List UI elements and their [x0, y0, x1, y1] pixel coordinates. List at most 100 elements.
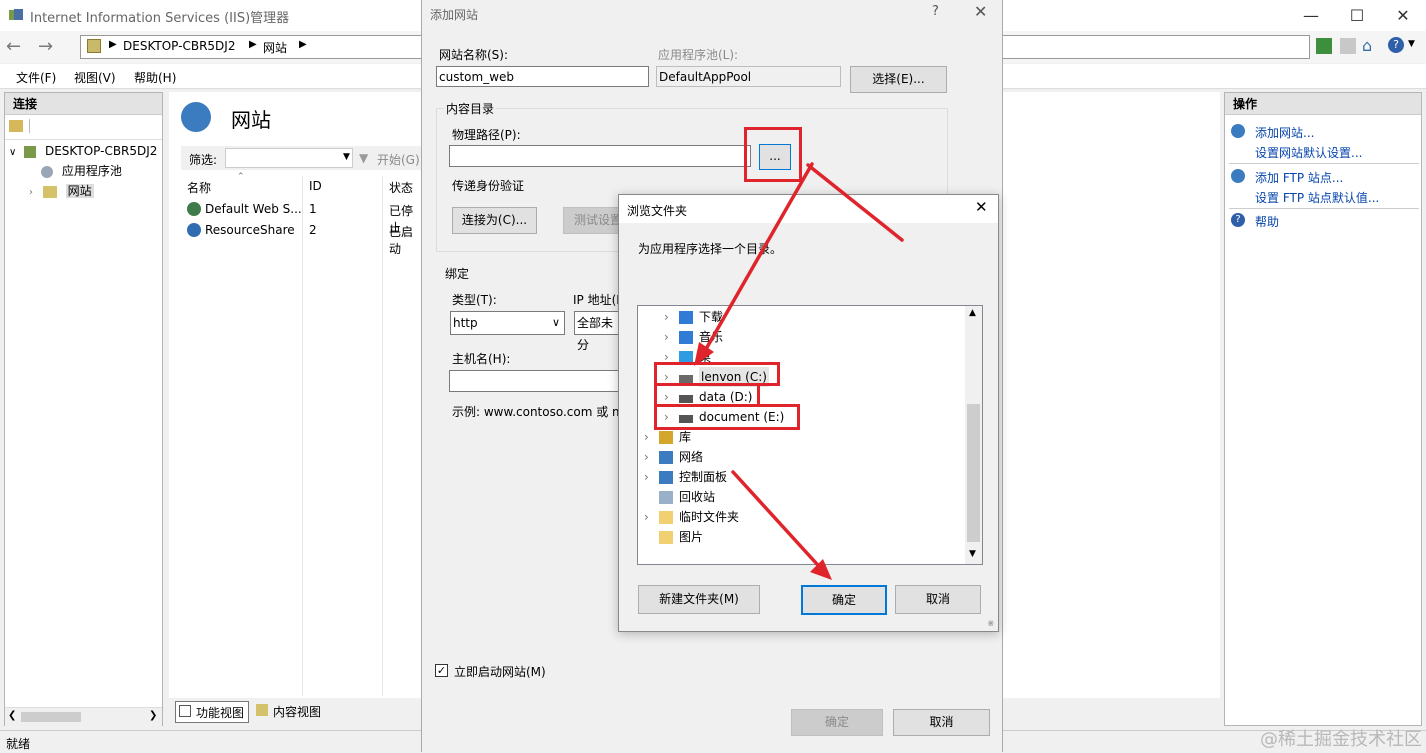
section-divider	[1229, 208, 1419, 209]
stop-icon[interactable]	[1340, 38, 1356, 54]
column-header-id[interactable]: ID	[309, 179, 322, 193]
filter-funnel-icon: ▼	[359, 151, 369, 165]
dialog-close-button[interactable]: ✕	[974, 2, 987, 21]
chevron-right-icon[interactable]: ›	[644, 447, 649, 467]
connections-pane: 连接 ∨ DESKTOP-CBR5DJ2 应用程序池 › 网站 ❮ ❯	[4, 92, 163, 726]
start-filter-button[interactable]: 开始(G)	[377, 151, 420, 168]
sites-folder-icon	[42, 185, 57, 198]
connections-title: 连接	[5, 93, 162, 115]
refresh-icon[interactable]	[1316, 38, 1332, 54]
scroll-right-icon[interactable]: ❯	[149, 710, 157, 721]
chevron-right-icon[interactable]: ›	[644, 507, 649, 527]
chevron-right-icon[interactable]: ›	[644, 427, 649, 447]
folder-tree-label: 控制面板	[679, 470, 728, 484]
address-part[interactable]: 网站	[263, 39, 287, 56]
scroll-down-icon[interactable]: ▼	[969, 549, 976, 559]
select-app-pool-button[interactable]: 选择(E)...	[850, 66, 947, 93]
filter-input[interactable]	[225, 148, 353, 168]
folder-tree-label: 网络	[679, 450, 704, 464]
site-name-input[interactable]: custom_web	[436, 66, 649, 87]
dialog-ok-button: 确定	[791, 709, 883, 736]
actions-pane: 操作 添加网站... 设置网站默认设置... 添加 FTP 站点... 设置 F…	[1224, 92, 1422, 726]
folder-icon	[659, 531, 673, 544]
folder-tree-label: 回收站	[679, 490, 716, 504]
toolbar-separator	[29, 119, 30, 133]
table-row[interactable]: ResourceShare 2 已启动	[183, 221, 423, 256]
ip-select[interactable]: 全部未分	[574, 311, 620, 352]
new-folder-button[interactable]: 新建文件夹(M)	[638, 585, 760, 614]
hostname-label: 主机名(H):	[452, 352, 511, 366]
add-ftp-link[interactable]: 添加 FTP 站点...	[1255, 169, 1343, 186]
help-dropdown-icon[interactable]: ▼	[1408, 39, 1415, 49]
help-icon[interactable]: ?	[1388, 37, 1404, 53]
globe-icon	[187, 202, 201, 216]
add-ftp-icon	[1231, 169, 1245, 183]
binding-label: 绑定	[445, 267, 470, 281]
help-link[interactable]: 帮助	[1255, 213, 1279, 230]
dialog-help-button[interactable]: ?	[932, 4, 939, 19]
download-icon	[679, 311, 693, 324]
chevron-right-icon[interactable]: ›	[664, 307, 669, 327]
app-pool-icon	[41, 165, 53, 178]
app-pool-input: DefaultAppPool	[656, 66, 841, 87]
filter-dropdown-icon[interactable]: ▼	[343, 152, 350, 162]
vertical-scrollbar[interactable]: ▲ ▼	[965, 306, 982, 564]
dialog-cancel-button[interactable]: 取消	[893, 709, 990, 736]
tab-feature-view[interactable]: 功能视图	[175, 701, 249, 723]
browse-ok-button[interactable]: 确定	[801, 585, 887, 615]
minimize-button[interactable]: —	[1288, 0, 1334, 31]
menu-file[interactable]: 文件(F)	[16, 69, 56, 86]
folder-tree-label: 图片	[679, 530, 704, 544]
back-button[interactable]: ←	[6, 36, 28, 58]
hostname-input[interactable]	[449, 370, 620, 392]
section-divider	[1229, 163, 1419, 164]
scroll-up-icon[interactable]: ▲	[969, 308, 976, 318]
watermark: @稀土掘金技术社区	[1260, 729, 1422, 750]
new-connection-icon[interactable]	[9, 120, 23, 132]
type-select[interactable]: http ∨	[450, 311, 565, 335]
maximize-button[interactable]: ☐	[1334, 0, 1380, 31]
add-site-link[interactable]: 添加网站...	[1255, 124, 1314, 141]
iis-app-icon	[8, 8, 24, 22]
scroll-thumb[interactable]	[967, 404, 980, 542]
forward-button[interactable]: →	[38, 36, 60, 58]
ip-label: IP 地址(I	[573, 293, 620, 307]
chevron-right-icon[interactable]: ›	[664, 327, 669, 347]
tree-item-sites[interactable]: › 网站	[29, 181, 94, 201]
physical-path-input[interactable]	[449, 145, 751, 167]
chevron-right-icon: ▶	[299, 39, 307, 50]
tree-item-app-pools[interactable]: 应用程序池	[41, 161, 122, 181]
start-immediately-checkbox[interactable]: ✓	[435, 664, 448, 677]
chevron-right-icon: ▶	[249, 39, 257, 50]
resize-grip-icon[interactable]: ⋇	[987, 619, 995, 629]
tab-content-view[interactable]: 内容视图	[253, 701, 329, 721]
address-part[interactable]: DESKTOP-CBR5DJ2	[123, 39, 235, 53]
folder-tree[interactable]: › 下载 › 音乐 › 桌 › lenvon (C:) › data (D:) › document …	[637, 305, 983, 565]
annotation-box-drive-e	[654, 404, 800, 430]
home-icon[interactable]: ⌂	[1362, 36, 1372, 55]
tree-item-server[interactable]: ∨ DESKTOP-CBR5DJ2	[9, 141, 157, 161]
menu-help[interactable]: 帮助(H)	[134, 69, 176, 86]
table-row[interactable]: Default Web S... 1 已停止	[183, 200, 423, 235]
horizontal-scrollbar[interactable]: ❮ ❯	[5, 707, 162, 726]
start-immediately-label[interactable]: 立即启动网站(M)	[454, 663, 546, 680]
site-defaults-link[interactable]: 设置网站默认设置...	[1255, 144, 1362, 161]
scroll-thumb[interactable]	[21, 712, 81, 722]
recycle-bin-icon	[659, 491, 673, 504]
column-header-status[interactable]: 状态	[389, 179, 413, 196]
folder-tree-label: 音乐	[699, 330, 724, 344]
column-header-name[interactable]: 名称	[187, 179, 211, 196]
column-divider	[382, 176, 383, 696]
scroll-left-icon[interactable]: ❮	[8, 710, 16, 721]
browse-cancel-button[interactable]: 取消	[895, 585, 981, 614]
physical-path-label: 物理路径(P):	[452, 128, 521, 142]
chevron-right-icon[interactable]: ›	[644, 467, 649, 487]
status-text: 就绪	[6, 737, 31, 751]
app-pool-label: 应用程序池(L):	[658, 48, 739, 62]
close-button[interactable]: ✕	[1380, 0, 1426, 31]
menu-view[interactable]: 视图(V)	[74, 69, 116, 86]
browse-close-button[interactable]: ✕	[975, 198, 988, 216]
ftp-defaults-link[interactable]: 设置 FTP 站点默认值...	[1255, 189, 1379, 206]
site-icon	[87, 39, 101, 53]
connect-as-button[interactable]: 连接为(C)...	[452, 207, 537, 234]
